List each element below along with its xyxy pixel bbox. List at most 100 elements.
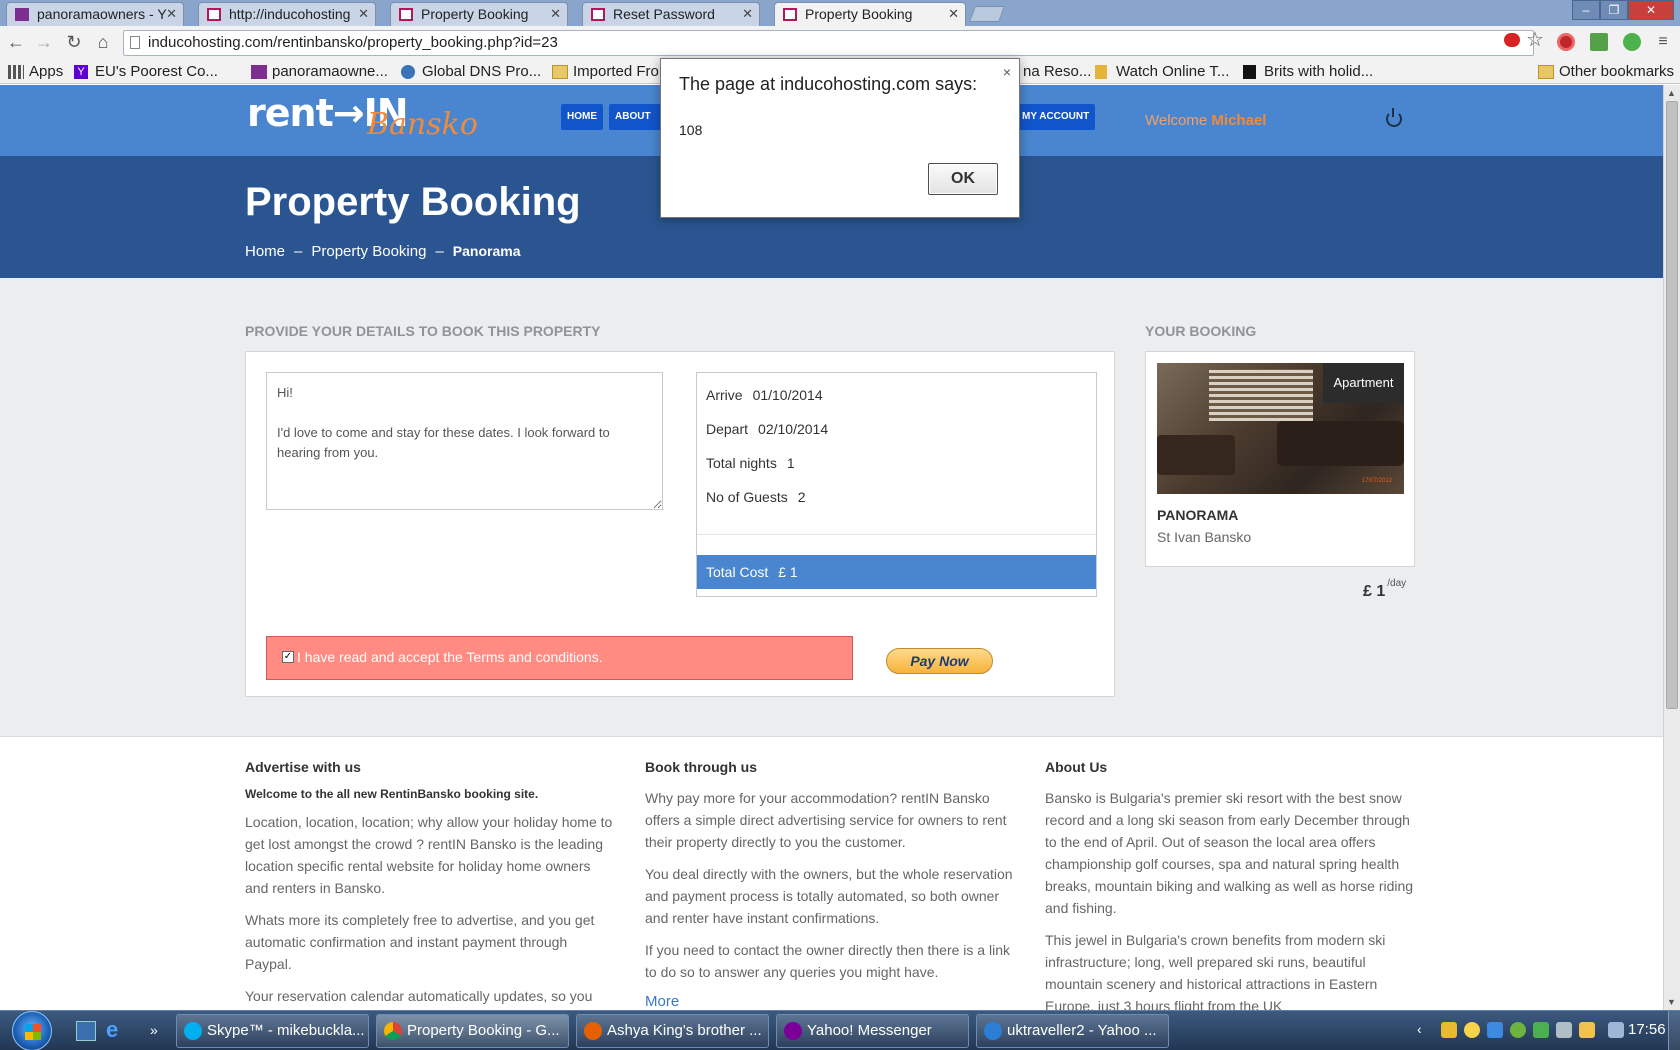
close-tab-icon[interactable]: ✕: [166, 3, 177, 25]
footer-more-link[interactable]: More: [645, 993, 679, 1010]
property-type-badge: Apartment: [1323, 363, 1404, 403]
terms-checkbox[interactable]: ✓: [282, 651, 294, 663]
nights-row: Total nights 1: [706, 455, 795, 471]
taskbar-item-ie[interactable]: uktraveller2 - Yahoo ...: [976, 1014, 1169, 1048]
taskbar-item-chrome[interactable]: Property Booking - G...: [376, 1014, 569, 1048]
footer-paragraph: Bansko is Bulgaria's premier ski resort …: [1045, 790, 1414, 916]
breadcrumb-home[interactable]: Home: [245, 243, 285, 260]
property-card[interactable]: 17/07/2012 Apartment PANORAMA St Ivan Ba…: [1145, 351, 1415, 567]
scroll-down-icon[interactable]: ▼: [1667, 997, 1676, 1007]
close-tab-icon[interactable]: ✕: [742, 3, 753, 25]
tray-monitor-icon[interactable]: [1608, 1022, 1624, 1038]
tray-mail-icon[interactable]: [1441, 1022, 1457, 1038]
minimize-icon[interactable]: ‒: [1572, 0, 1600, 20]
scroll-thumb[interactable]: [1666, 101, 1678, 709]
tray-dropbox-icon[interactable]: [1487, 1022, 1503, 1038]
bookmark-other-folder[interactable]: Other bookmarks: [1538, 62, 1674, 82]
start-button[interactable]: [12, 1011, 52, 1050]
close-tab-icon[interactable]: ✕: [948, 3, 959, 25]
property-photo[interactable]: 17/07/2012 Apartment: [1157, 363, 1404, 494]
taskbar-clock[interactable]: 17:56: [1628, 1021, 1666, 1038]
guests-row: No of Guests 2: [706, 489, 806, 505]
mail-icon: [251, 65, 267, 79]
property-location: St Ivan Bansko: [1157, 529, 1252, 545]
tray-flag-icon[interactable]: [1579, 1022, 1595, 1038]
bookmark-apps[interactable]: Apps: [8, 62, 63, 82]
message-textarea[interactable]: [266, 372, 663, 510]
back-icon[interactable]: ←: [5, 32, 27, 54]
dialog-close-icon[interactable]: ×: [1003, 64, 1011, 80]
taskbar-item-yahoo-messenger[interactable]: Yahoo! Messenger: [776, 1014, 969, 1048]
reload-icon[interactable]: ↻: [63, 32, 85, 54]
news-favicon-icon: [1243, 65, 1256, 79]
tray-app-icon[interactable]: [1510, 1022, 1526, 1038]
pay-now-button[interactable]: Pay Now: [886, 648, 993, 674]
tray-messenger-icon[interactable]: [1464, 1022, 1480, 1038]
adblock-icon[interactable]: [1557, 33, 1575, 51]
folder-icon: [1538, 65, 1554, 79]
browser-tab-3[interactable]: Property Booking ✕: [390, 2, 568, 26]
browser-tab-5[interactable]: Property Booking ✕: [774, 2, 966, 26]
new-tab-button[interactable]: [969, 6, 1005, 22]
logout-power-icon[interactable]: [1386, 108, 1402, 127]
nav-about[interactable]: ABOUT U: [609, 104, 663, 130]
close-tab-icon[interactable]: ✕: [550, 3, 561, 25]
restore-icon[interactable]: ❐: [1600, 0, 1628, 20]
extension-green-icon[interactable]: [1590, 33, 1608, 51]
dialog-title: The page at inducohosting.com says:: [679, 74, 978, 94]
extension-speech-icon[interactable]: [1504, 33, 1520, 47]
browser-tab-1[interactable]: panoramaowners - Y ✕: [6, 2, 184, 26]
nav-home[interactable]: HOME: [561, 104, 603, 130]
site-logo[interactable]: rent→IN Bansko: [247, 91, 478, 142]
internet-explorer-icon[interactable]: e: [106, 1019, 126, 1041]
browser-tabstrip: panoramaowners - Y ✕ http://inducohostin…: [0, 0, 1680, 26]
scroll-up-icon[interactable]: ▲: [1667, 88, 1676, 98]
home-icon[interactable]: ⌂: [92, 32, 114, 54]
tray-security-icon[interactable]: [1533, 1022, 1549, 1038]
internet-explorer-icon: [984, 1022, 1002, 1040]
bookmark-eu[interactable]: Y EU's Poorest Co...: [74, 62, 218, 82]
total-cost-row: Total Cost £ 1: [697, 555, 1096, 589]
bookmark-panorama[interactable]: panoramaowne...: [251, 62, 388, 82]
breadcrumb-property-booking[interactable]: Property Booking: [311, 243, 426, 260]
taskbar-item-firefox[interactable]: Ashya King's brother ...: [576, 1014, 769, 1048]
browser-tab-2[interactable]: http://inducohosting ✕: [198, 2, 376, 26]
welcome-text: Welcome Michael: [1145, 112, 1267, 129]
tray-expand-icon[interactable]: ‹: [1417, 1022, 1433, 1038]
footer-paragraph: This jewel in Bulgaria's crown benefits …: [1045, 932, 1386, 1010]
folder-icon: [552, 65, 568, 79]
welcome-user[interactable]: Michael: [1211, 112, 1266, 129]
your-booking-title: YOUR BOOKING: [1145, 323, 1257, 339]
browser-tab-4[interactable]: Reset Password ✕: [582, 2, 760, 26]
close-tab-icon[interactable]: ✕: [358, 3, 369, 25]
bookmark-imported-folder[interactable]: Imported Fro: [552, 62, 659, 82]
page-scrollbar[interactable]: ▲ ▼: [1663, 85, 1680, 1010]
taskbar-item-skype[interactable]: Skype™ - mikebuckla...: [176, 1014, 369, 1048]
extension-leaf-icon[interactable]: [1623, 33, 1641, 51]
dialog-message: 108: [679, 122, 703, 138]
bookmark-resort[interactable]: na Reso...: [1023, 62, 1091, 82]
bookmark-watch[interactable]: Watch Online T...: [1095, 62, 1229, 82]
bookmark-brits[interactable]: Brits with holid...: [1243, 62, 1373, 82]
close-window-icon[interactable]: ✕: [1628, 0, 1674, 20]
menu-icon[interactable]: ≡: [1652, 32, 1674, 54]
footer-paragraph: You deal directly with the owners, but t…: [645, 866, 1013, 926]
browser-tab-label: Property Booking: [805, 6, 913, 22]
bookmark-star-icon[interactable]: ☆: [1524, 30, 1546, 52]
tray-network-icon[interactable]: [1556, 1022, 1572, 1038]
address-bar[interactable]: inducohosting.com/rentinbansko/property_…: [123, 30, 1534, 56]
terms-label[interactable]: I have read and accept the Terms and con…: [297, 649, 603, 665]
show-desktop-icon[interactable]: [76, 1021, 96, 1041]
quicklaunch-overflow-icon[interactable]: »: [150, 1021, 170, 1041]
price-unit: /day: [1387, 578, 1407, 589]
footer-heading: Advertise with us: [245, 759, 361, 775]
depart-row: Depart 02/10/2014: [706, 421, 829, 437]
site-favicon-icon: [399, 8, 413, 21]
bookmark-dns[interactable]: Global DNS Pro...: [401, 62, 541, 82]
dialog-ok-button[interactable]: OK: [928, 163, 998, 195]
forward-icon[interactable]: →: [33, 32, 55, 54]
nav-my-account[interactable]: MY ACCOUNT: [1016, 104, 1096, 130]
summary-divider: [697, 534, 1096, 535]
show-desktop-button[interactable]: [1668, 1011, 1680, 1050]
footer-paragraph: Why pay more for your accommodation? ren…: [645, 790, 1007, 850]
